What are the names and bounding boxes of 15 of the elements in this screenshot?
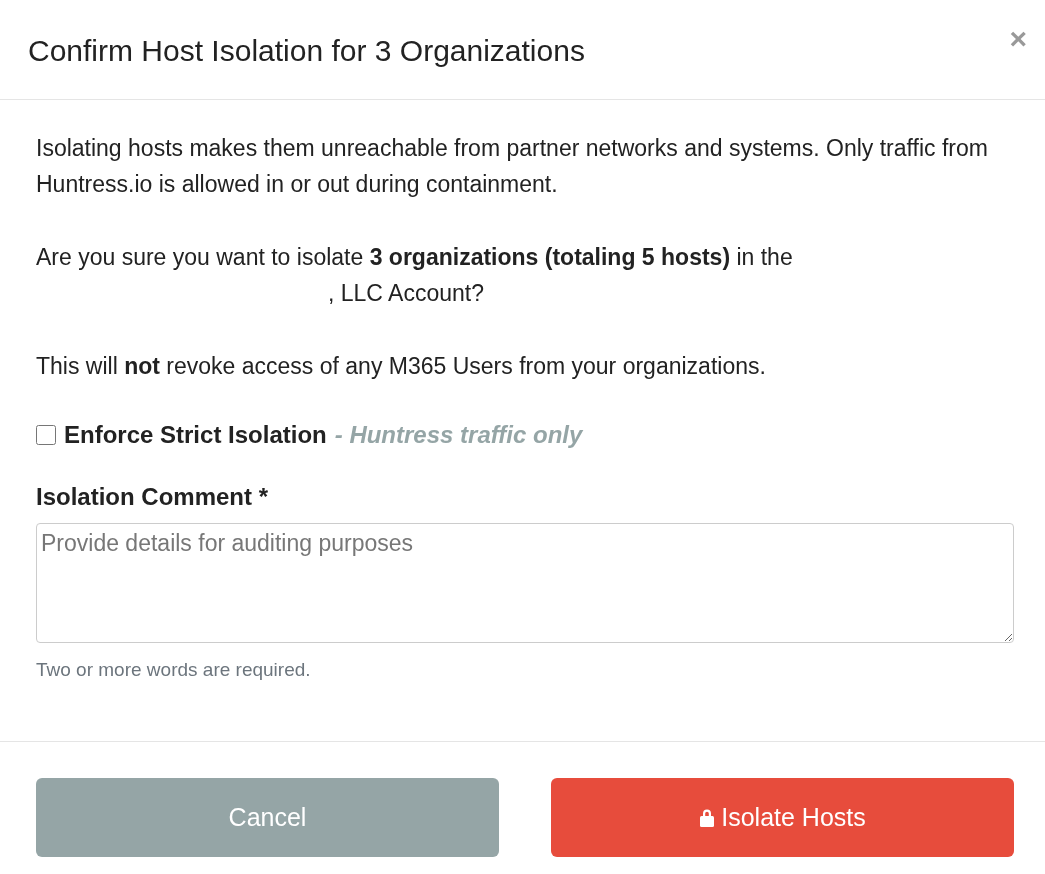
intro-text: Isolating hosts makes them unreachable from partner networks and systems. Only traffic from Huntress.io is allowed in or out during containment. <box>36 134 989 199</box>
isolate-button[interactable]: Isolate Hosts <box>551 778 1014 857</box>
note-text: This will not revoke access of any M365 Users from your organizations. <box>36 352 767 381</box>
strict-checkbox[interactable] <box>36 425 56 445</box>
lock-icon <box>699 808 716 827</box>
account-text: , LLC Account? <box>328 279 484 308</box>
comment-label: Isolation Comment * <box>36 483 270 511</box>
close-button[interactable]: × <box>1005 24 1031 54</box>
strict-hint: - Huntress traffic only <box>334 421 583 449</box>
comment-field[interactable]: Provide details for auditing purposes <box>36 523 1014 643</box>
cancel-button[interactable]: Cancel <box>36 778 499 857</box>
dialog-title: Confirm Host Isolation for 3 Organizations <box>28 33 585 68</box>
question-text: Are you sure you want to isolate 3 organizations (totaling 5 hosts) in the <box>36 243 793 272</box>
help-text: Two or more words are required. <box>36 659 312 681</box>
strict-label: Enforce Strict Isolation <box>64 421 327 449</box>
